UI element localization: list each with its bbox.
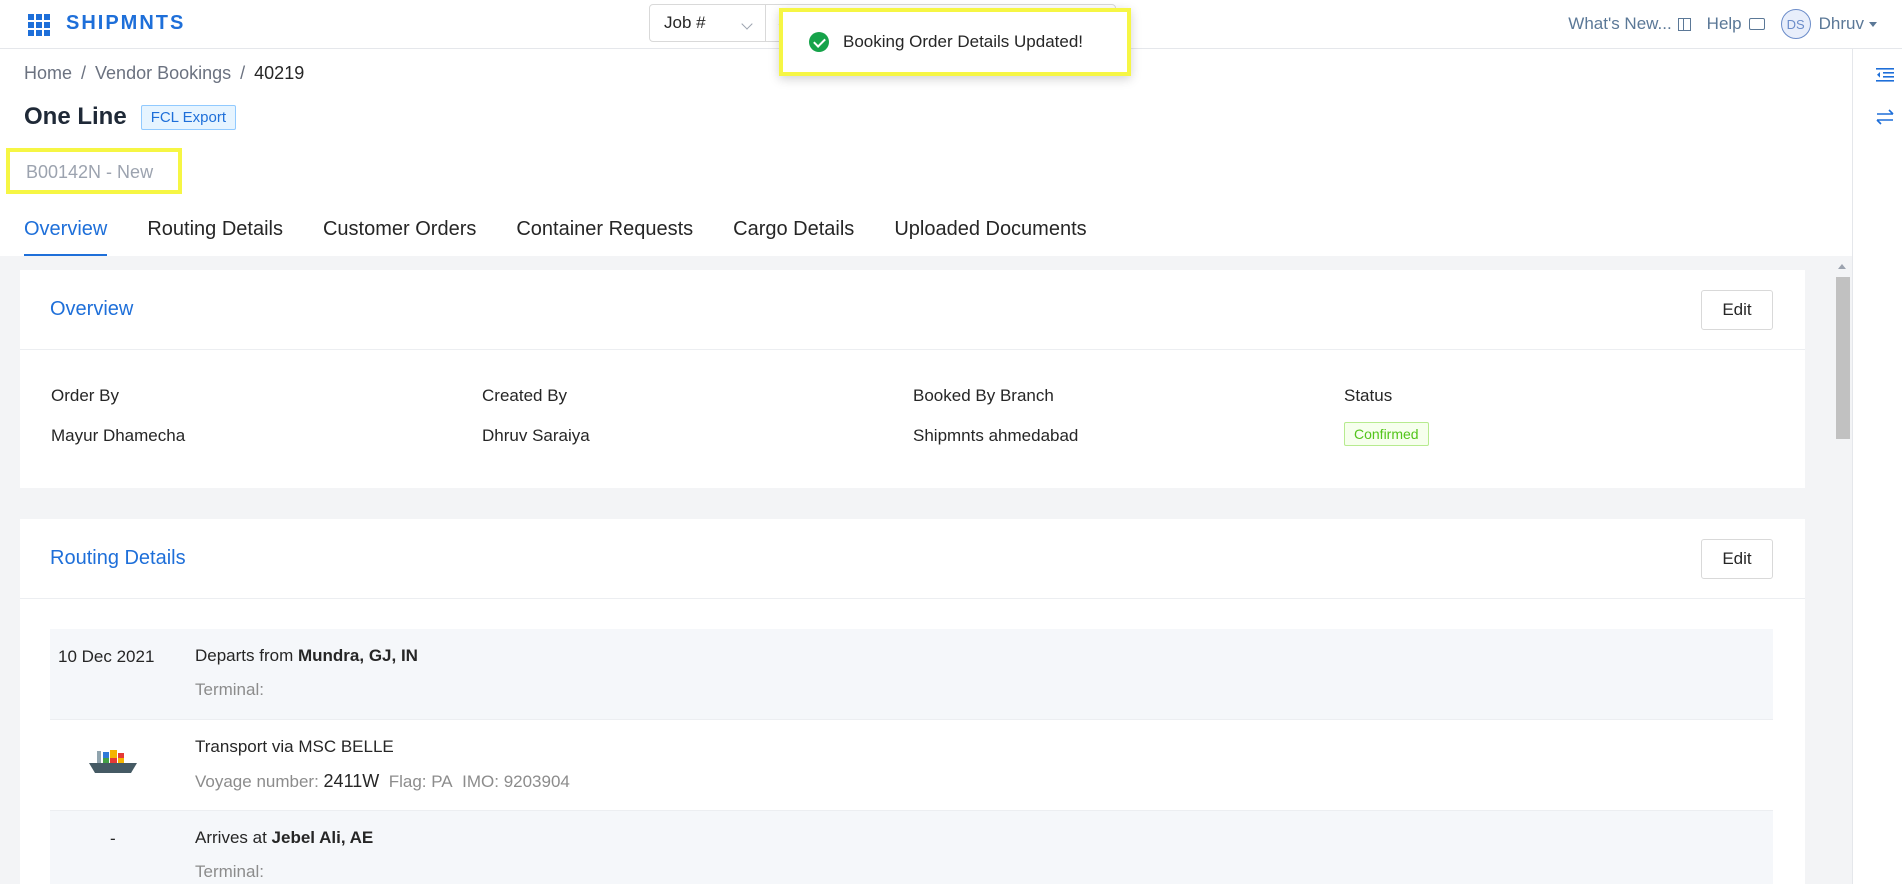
breadcrumb: Home / Vendor Bookings / 40219 <box>24 63 304 84</box>
field-status: Status Confirmed <box>1344 386 1775 446</box>
field-booked-by-branch: Booked By Branch Shipmnts ahmedabad <box>913 386 1344 446</box>
tab-cargo-details[interactable]: Cargo Details <box>733 214 854 256</box>
field-label: Booked By Branch <box>913 386 1054 405</box>
shipment-type-tag: FCL Export <box>140 104 236 130</box>
arrival-prefix: Arrives at <box>195 828 267 847</box>
breadcrumb-vendor-bookings[interactable]: Vendor Bookings <box>95 63 231 83</box>
vessel-name: MSC BELLE <box>298 737 394 756</box>
route-transport-row: Transport via MSC BELLE Voyage number: 2… <box>50 720 1773 811</box>
field-value: Mayur Dhamecha <box>51 426 186 445</box>
routing-list: 10 Dec 2021 Departs from Mundra, GJ, IN … <box>50 629 1773 884</box>
routing-card-header: Routing Details Edit <box>20 519 1805 599</box>
help-label: Help <box>1706 14 1742 33</box>
field-label: Created By <box>482 386 568 405</box>
departure-terminal: Terminal: <box>195 680 264 699</box>
whats-new-link[interactable]: What's New... <box>1568 14 1691 34</box>
voyage-details: Voyage number: 2411W Flag: PA IMO: 92039… <box>195 771 570 792</box>
toast-message: Booking Order Details Updated! <box>843 32 1084 51</box>
user-menu[interactable]: DS Dhruv <box>1780 9 1877 39</box>
field-order-by: Order By Mayur Dhamecha <box>51 386 482 446</box>
field-value: Dhruv Saraiya <box>482 426 590 445</box>
avatar: DS <box>1780 9 1811 39</box>
scroll-thumb[interactable] <box>1836 277 1850 439</box>
caret-down-icon <box>1869 21 1877 27</box>
transport-prefix: Transport via <box>195 737 294 756</box>
flag-value: PA <box>431 772 453 791</box>
title-row: One Line FCL Export <box>24 103 236 131</box>
voyage-label: Voyage number: <box>195 772 319 791</box>
ship-icon <box>89 750 137 773</box>
routing-edit-button[interactable]: Edit <box>1701 539 1773 579</box>
tab-customer-orders[interactable]: Customer Orders <box>323 214 476 256</box>
field-label: Status <box>1344 386 1393 405</box>
arrival-date: - <box>110 829 116 848</box>
tab-uploaded-documents[interactable]: Uploaded Documents <box>894 214 1086 256</box>
field-label: Order By <box>51 386 120 405</box>
tab-routing-details[interactable]: Routing Details <box>147 214 283 256</box>
overview-edit-button[interactable]: Edit <box>1701 290 1773 330</box>
right-rail <box>1852 49 1902 884</box>
page-title: One Line <box>24 103 127 130</box>
voyage-value: 2411W <box>323 771 380 791</box>
field-value: Shipmnts ahmedabad <box>913 426 1079 445</box>
breadcrumb-current: 40219 <box>254 63 305 83</box>
swap-arrows-icon[interactable] <box>1876 109 1894 125</box>
top-right-menu: What's New... Help DS Dhruv <box>1552 8 1877 40</box>
success-toast: Booking Order Details Updated! <box>779 8 1131 76</box>
main-scrollbar[interactable] <box>1832 262 1850 884</box>
tab-container-requests[interactable]: Container Requests <box>516 214 693 256</box>
imo-value: 9203904 <box>503 772 570 791</box>
arrival-place: Jebel Ali, AE <box>271 828 374 847</box>
imo-label: IMO: <box>462 772 499 791</box>
scroll-up-icon[interactable] <box>1838 264 1846 269</box>
departure-prefix: Departs from <box>195 646 294 665</box>
brand-logo[interactable]: SHIPMNTS <box>66 12 185 35</box>
main-content: Overview Edit Order By Mayur Dhamecha Cr… <box>0 256 1852 884</box>
flag-label: Flag: <box>388 772 427 791</box>
field-created-by: Created By Dhruv Saraiya <box>482 386 913 446</box>
transport-text: Transport via MSC BELLE <box>195 737 394 757</box>
arrival-terminal: Terminal: <box>195 862 264 881</box>
breadcrumb-separator: / <box>240 63 246 83</box>
departure-place: Mundra, GJ, IN <box>297 646 418 665</box>
apps-grid-icon[interactable] <box>28 14 50 36</box>
chevron-down-icon <box>741 18 753 30</box>
help-link[interactable]: Help <box>1707 14 1765 34</box>
booking-number-status: B00142N - New <box>6 148 182 194</box>
gift-icon <box>1677 17 1691 31</box>
arrival-text: Arrives at Jebel Ali, AE <box>195 828 373 848</box>
search-type-select[interactable]: Job # <box>649 4 766 42</box>
breadcrumb-home[interactable]: Home <box>24 63 72 83</box>
booking-number-label: B00142N - New <box>26 162 154 182</box>
departure-text: Departs from Mundra, GJ, IN <box>195 646 418 666</box>
overview-card-header: Overview Edit <box>20 270 1805 350</box>
departure-date: 10 Dec 2021 <box>58 647 155 666</box>
tab-overview[interactable]: Overview <box>24 214 108 256</box>
overview-title: Overview <box>50 298 134 320</box>
check-circle-icon <box>809 32 829 52</box>
user-name: Dhruv <box>1818 14 1864 33</box>
chat-icon <box>1748 18 1765 30</box>
routing-card: Routing Details Edit 10 Dec 2021 Departs… <box>20 519 1805 884</box>
tab-bar: Overview Routing Details Customer Orders… <box>24 214 1127 256</box>
route-departure-row: 10 Dec 2021 Departs from Mundra, GJ, IN … <box>50 629 1773 720</box>
indent-list-icon[interactable] <box>1876 67 1894 83</box>
status-badge: Confirmed <box>1344 422 1429 446</box>
routing-title: Routing Details <box>50 547 186 569</box>
overview-card: Overview Edit Order By Mayur Dhamecha Cr… <box>20 270 1805 488</box>
overview-fields: Order By Mayur Dhamecha Created By Dhruv… <box>51 386 1771 446</box>
whats-new-label: What's New... <box>1568 14 1672 33</box>
route-arrival-row: - Arrives at Jebel Ali, AE Terminal: <box>50 811 1773 884</box>
breadcrumb-separator: / <box>81 63 87 83</box>
search-type-value: Job # <box>664 13 706 32</box>
